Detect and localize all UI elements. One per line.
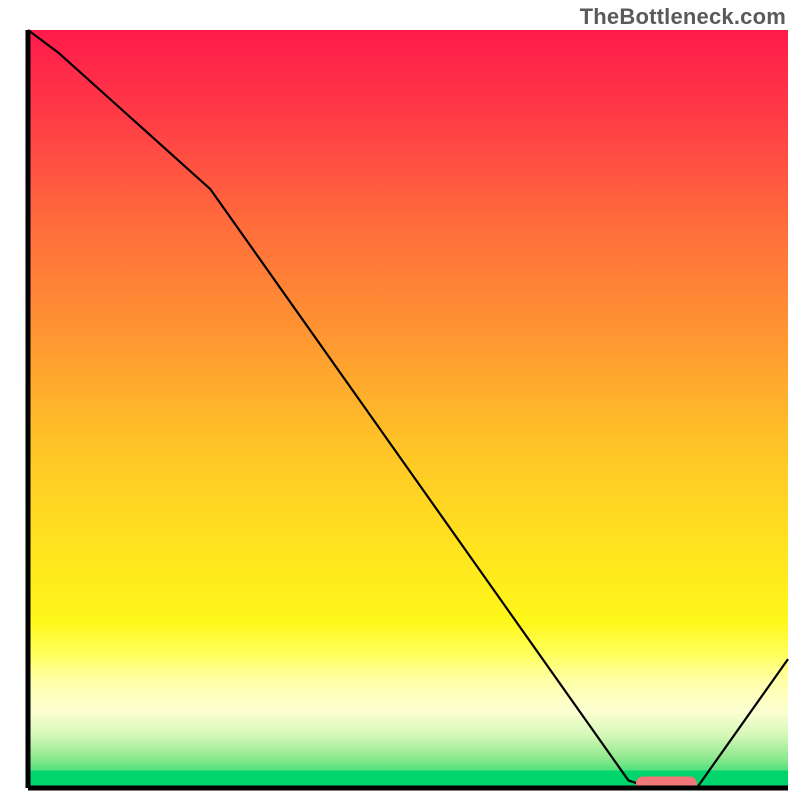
plot-background (28, 30, 788, 788)
chart-container: TheBottleneck.com (0, 0, 800, 800)
chart-svg (0, 0, 800, 800)
watermark-text: TheBottleneck.com (580, 4, 786, 30)
